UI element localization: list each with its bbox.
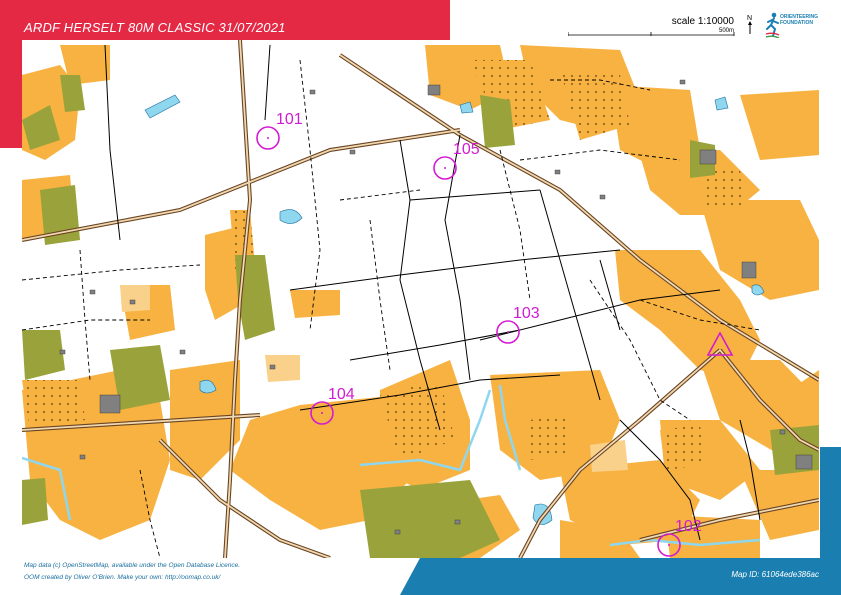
- control-label: 103: [513, 305, 540, 322]
- scale-label: scale 1:10000: [671, 16, 734, 27]
- map-credits: Map data (c) OpenStreetMap, available un…: [24, 560, 240, 584]
- map-title: ARDF HERSELT 80M CLASSIC 31/07/2021: [24, 20, 286, 35]
- control-label: 104: [328, 386, 355, 403]
- scale-bar: scale 1:10000 500m: [568, 14, 738, 38]
- map-canvas[interactable]: 101 105 103 104 102: [22, 40, 819, 558]
- control-label: 101: [276, 111, 303, 128]
- scale-ruler: [568, 32, 735, 36]
- north-arrow-icon: N: [747, 15, 752, 34]
- credit-line-1: Map data (c) OpenStreetMap, available un…: [24, 562, 241, 569]
- map-id: Map ID: 61064ede386ac: [731, 570, 819, 579]
- logo-line2: FOUNDATION: [780, 20, 813, 26]
- control-label: 105: [453, 141, 480, 158]
- scale-unit: 500m: [718, 28, 734, 34]
- orienteering-map[interactable]: 101 105 103 104 102: [22, 40, 819, 558]
- credit-line-2: OOM created by Oliver O'Brien. Make your…: [24, 574, 221, 581]
- runner-icon: [765, 12, 780, 39]
- orienteering-foundation-logo: ORIENTEERING FOUNDATION: [765, 12, 826, 40]
- north-label: N: [747, 15, 752, 22]
- control-label: 102: [675, 518, 702, 535]
